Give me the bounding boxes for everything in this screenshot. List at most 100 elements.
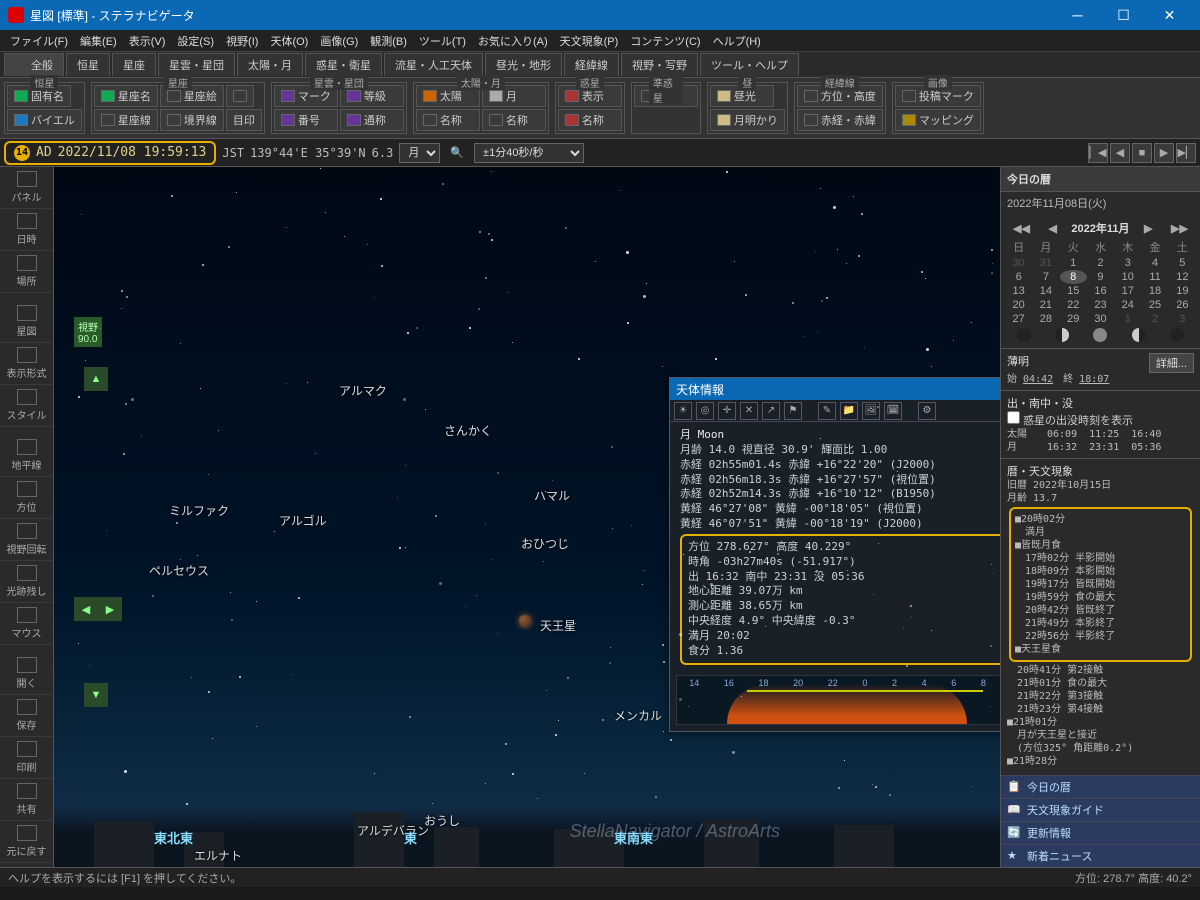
btn-mapping[interactable]: マッピング xyxy=(895,109,981,131)
cal-day[interactable]: 3 xyxy=(1114,256,1141,270)
cal-day[interactable]: 6 xyxy=(1005,270,1032,284)
side-style[interactable]: スタイル xyxy=(0,385,53,427)
btn-moon-name[interactable]: 名称 xyxy=(482,109,546,131)
side-panel[interactable]: パネル xyxy=(0,167,53,209)
tab-tools[interactable]: ツール・ヘルプ xyxy=(700,53,799,76)
side-undo[interactable]: 元に戻す xyxy=(0,821,53,863)
twilight-detail-button[interactable]: 詳細... xyxy=(1149,353,1194,373)
nav-down-button[interactable]: ▼ xyxy=(84,683,108,707)
iw-cal-icon[interactable]: 🗓 xyxy=(884,402,902,420)
tab-day[interactable]: 昼光・地形 xyxy=(485,53,562,76)
tab-grid[interactable]: 経緯線 xyxy=(564,53,619,76)
cal-day[interactable]: 21 xyxy=(1032,298,1059,312)
menu-fov[interactable]: 視野(I) xyxy=(220,31,264,51)
btn-sun-name[interactable]: 名称 xyxy=(416,109,480,131)
play-fwd-button[interactable]: ▶ xyxy=(1154,143,1174,163)
tab-star[interactable]: 恒星 xyxy=(66,53,110,76)
cal-day[interactable]: 9 xyxy=(1087,270,1114,284)
iw-cross-icon[interactable]: ✕ xyxy=(740,402,758,420)
cal-day[interactable]: 1 xyxy=(1114,312,1141,326)
btn-neb-name[interactable]: 通称 xyxy=(340,109,404,131)
iw-flag-icon[interactable]: ⚑ xyxy=(784,402,802,420)
cal-prev-year[interactable]: ◀◀ xyxy=(1009,222,1034,235)
cal-day[interactable]: 31 xyxy=(1032,256,1059,270)
menu-view[interactable]: 表示(V) xyxy=(123,31,172,51)
tab-meteor[interactable]: 流星・人工天体 xyxy=(384,53,483,76)
nav-right-button[interactable]: ▶ xyxy=(98,597,122,621)
cal-day[interactable]: 26 xyxy=(1169,298,1196,312)
cal-next-year[interactable]: ▶▶ xyxy=(1167,222,1192,235)
side-datetime[interactable]: 日時 xyxy=(0,209,53,251)
menu-image[interactable]: 画像(G) xyxy=(314,31,364,51)
tab-fov[interactable]: 視野・写野 xyxy=(621,53,698,76)
menu-object[interactable]: 天体(O) xyxy=(264,31,314,51)
iw-center-icon[interactable]: ◎ xyxy=(696,402,714,420)
stop-button[interactable]: ■ xyxy=(1132,143,1152,163)
sky-view[interactable]: 視野90.0 ▲ ◀ ▶ ▼ StellaNavigator / AstroAr… xyxy=(54,167,1000,867)
cal-day[interactable]: 28 xyxy=(1032,312,1059,326)
cal-day[interactable]: 13 xyxy=(1005,284,1032,298)
close-button[interactable]: ✕ xyxy=(1147,0,1192,30)
cal-day[interactable]: 23 xyxy=(1087,298,1114,312)
menu-edit[interactable]: 編集(E) xyxy=(74,31,123,51)
side-rot[interactable]: 視野回転 xyxy=(0,519,53,561)
menu-contents[interactable]: コンテンツ(C) xyxy=(624,31,706,51)
side-open[interactable]: 開く xyxy=(0,653,53,695)
play-rev-button[interactable]: ◀ xyxy=(1110,143,1130,163)
cal-day[interactable]: 2 xyxy=(1087,256,1114,270)
menu-fav[interactable]: お気に入り(A) xyxy=(472,31,554,51)
cal-day[interactable]: 22 xyxy=(1060,298,1087,312)
search-icon[interactable]: 🔍 xyxy=(446,146,468,159)
tab-general[interactable]: 全般 xyxy=(4,53,64,76)
cal-day[interactable]: 30 xyxy=(1087,312,1114,326)
link-update[interactable]: 🔄更新情報 xyxy=(1001,821,1200,844)
menu-phen[interactable]: 天文現象(P) xyxy=(554,31,625,51)
side-share[interactable]: 共有 xyxy=(0,779,53,821)
nav-up-button[interactable]: ▲ xyxy=(84,367,108,391)
side-print[interactable]: 印刷 xyxy=(0,737,53,779)
cal-day[interactable]: 27 xyxy=(1005,312,1032,326)
side-starmap[interactable]: 星図 xyxy=(0,301,53,343)
tab-sunmoon[interactable]: 太陽・月 xyxy=(237,53,303,76)
link-news[interactable]: ★新着ニュース xyxy=(1001,844,1200,867)
cal-day[interactable]: 14 xyxy=(1032,284,1059,298)
cal-day[interactable]: 8 xyxy=(1060,270,1087,284)
btn-bayer[interactable]: バイエル xyxy=(7,109,82,131)
cal-day[interactable]: 1 xyxy=(1060,256,1087,270)
minimize-button[interactable]: ─ xyxy=(1055,0,1100,30)
step-next-button[interactable]: ▶▏ xyxy=(1176,143,1196,163)
cal-next-month[interactable]: ▶ xyxy=(1140,222,1156,235)
btn-mark[interactable] xyxy=(226,85,254,107)
btn-moonlight[interactable]: 月明かり xyxy=(710,109,785,131)
iw-pic-icon[interactable]: 🖼 xyxy=(862,402,880,420)
iw-arrow-icon[interactable]: ↗ xyxy=(762,402,780,420)
side-format[interactable]: 表示形式 xyxy=(0,343,53,385)
tab-nebula[interactable]: 星雲・星団 xyxy=(158,53,235,76)
cal-day[interactable]: 15 xyxy=(1060,284,1087,298)
cal-day[interactable]: 18 xyxy=(1141,284,1168,298)
side-horizon[interactable]: 地平線 xyxy=(0,435,53,477)
btn-constname[interactable]: 星座名 xyxy=(94,85,158,107)
cal-day[interactable]: 19 xyxy=(1169,284,1196,298)
side-mouse[interactable]: マウス xyxy=(0,603,53,645)
side-trail[interactable]: 光跡残し xyxy=(0,561,53,603)
cal-prev-month[interactable]: ◀ xyxy=(1044,222,1060,235)
tab-planet[interactable]: 惑星・衛星 xyxy=(305,53,382,76)
link-today[interactable]: 📋今日の暦 xyxy=(1001,775,1200,798)
btn-neb-no[interactable]: 番号 xyxy=(274,109,338,131)
menu-help[interactable]: ヘルプ(H) xyxy=(707,31,767,51)
cal-day[interactable]: 2 xyxy=(1141,312,1168,326)
iw-gear-icon[interactable]: ⚙ xyxy=(918,402,936,420)
menu-settings[interactable]: 設定(S) xyxy=(171,31,220,51)
cal-day[interactable]: 3 xyxy=(1169,312,1196,326)
btn-planet-name[interactable]: 名称 xyxy=(558,109,622,131)
maximize-button[interactable]: ☐ xyxy=(1101,0,1146,30)
btn-constline[interactable]: 星座線 xyxy=(94,109,158,131)
cal-day[interactable]: 4 xyxy=(1141,256,1168,270)
btn-radec[interactable]: 赤経・赤緯 xyxy=(797,109,883,131)
side-place[interactable]: 場所 xyxy=(0,251,53,293)
cal-day[interactable]: 25 xyxy=(1141,298,1168,312)
menu-tools[interactable]: ツール(T) xyxy=(413,31,472,51)
cal-day[interactable]: 20 xyxy=(1005,298,1032,312)
iw-sun-icon[interactable]: ☀ xyxy=(674,402,692,420)
